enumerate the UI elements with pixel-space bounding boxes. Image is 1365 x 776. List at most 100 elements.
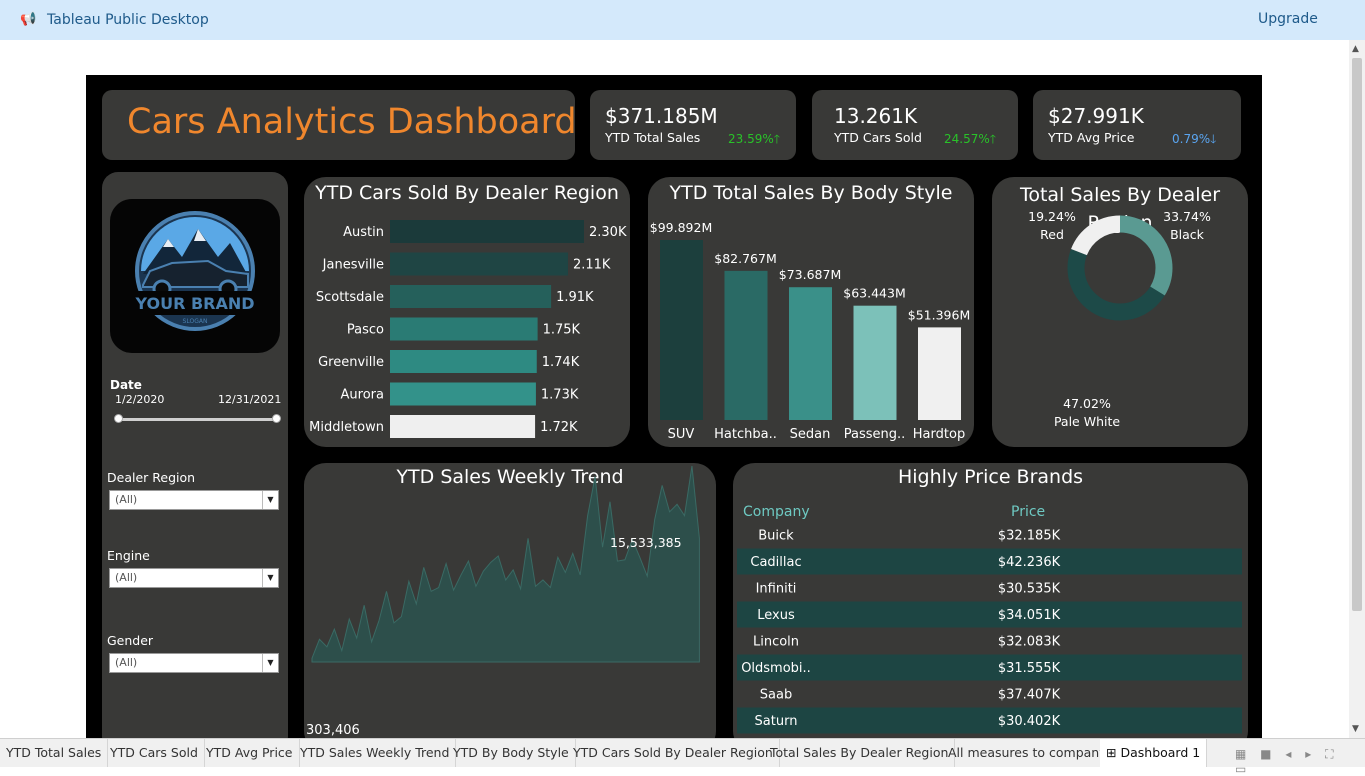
- app-title: Tableau Public Desktop: [47, 12, 209, 28]
- upgrade-link[interactable]: Upgrade: [1258, 11, 1318, 27]
- row-band: [737, 548, 1242, 575]
- tab-ytd-sales-weekly-trend[interactable]: YTD Sales Weekly Trend: [294, 739, 457, 767]
- svg-text:YOUR BRAND: YOUR BRAND: [134, 294, 254, 313]
- show-filmstrip-icon[interactable]: ▦: [1235, 747, 1246, 761]
- title-card: Cars Analytics Dashboard: [102, 90, 577, 160]
- tab-ytd-by-body-style[interactable]: YTD By Body Style: [447, 739, 576, 767]
- category-label: Passeng..: [844, 427, 906, 442]
- max-label: 15,533,385: [610, 535, 682, 550]
- bar: [390, 317, 538, 341]
- dropdown-value: (All): [115, 493, 138, 506]
- tab-ytd-avg-price[interactable]: YTD Avg Price: [200, 739, 300, 767]
- price-cell: $30.535K: [998, 582, 1061, 597]
- sales-by-body-style-chart: $99.892M SUV $82.767M Hatchba.. $73.687M Seda…: [650, 220, 970, 442]
- data-label: 2.11K: [573, 258, 611, 273]
- slice-percent-label: 33.74%: [1163, 209, 1211, 224]
- engine-dropdown[interactable]: (All) ▼: [109, 568, 279, 588]
- megaphone-icon[interactable]: 📢: [20, 12, 36, 27]
- slice-name-label: Black: [1170, 227, 1205, 242]
- present-mode-icon[interactable]: ▭: [1235, 762, 1246, 776]
- weekly-trend-card: YTD Sales Weekly Trend 303,406 15,533,385…: [304, 463, 716, 738]
- data-label: 2.30K: [589, 225, 627, 240]
- trend-area: [311, 465, 700, 663]
- category-label: SUV: [668, 427, 695, 442]
- tab-total-sales-by-dealer-region[interactable]: Total Sales By Dealer Region: [764, 739, 956, 767]
- brand-logo: YOUR BRAND SLOGAN: [110, 199, 280, 353]
- data-label: 1.75K: [543, 323, 581, 338]
- price-cell: $42.236K: [998, 555, 1061, 570]
- chart-title: YTD Cars Sold By Dealer Region: [315, 182, 619, 204]
- chevron-down-icon[interactable]: ▼: [262, 491, 278, 509]
- row-band: [737, 654, 1242, 681]
- bar: [390, 220, 584, 243]
- dashboard-tab-icon: ⊞: [1106, 745, 1117, 760]
- date-range-slider[interactable]: [116, 418, 276, 421]
- date-slider-end-handle[interactable]: [272, 414, 281, 423]
- category-label: Aurora: [341, 388, 384, 403]
- data-label: 1.74K: [542, 355, 580, 370]
- filter-sidebar: YOUR BRAND SLOGAN Date 1/2/2020 12/31/20…: [102, 172, 288, 738]
- category-label: Austin: [343, 225, 384, 240]
- tab-ytd-cars-sold[interactable]: YTD Cars Sold: [104, 739, 205, 767]
- sales-by-dealer-region-card: Total Sales By Dealer Region 33.74% Black…: [992, 177, 1248, 447]
- data-label: 1.72K: [540, 420, 578, 435]
- dashboard-title: Cars Analytics Dashboard: [127, 102, 577, 142]
- chevron-down-icon[interactable]: ▼: [262, 569, 278, 587]
- tab-dashboard-1[interactable]: ⊞ Dashboard 1: [1100, 739, 1208, 767]
- dashboard-canvas: Cars Analytics Dashboard $371.185M YTD T…: [86, 75, 1262, 738]
- tab-ytd-total-sales[interactable]: YTD Total Sales: [0, 739, 109, 767]
- data-label: $99.892M: [650, 220, 712, 235]
- dealer-region-dropdown[interactable]: (All) ▼: [109, 490, 279, 510]
- show-tabs-icon[interactable]: ■: [1260, 747, 1271, 761]
- company-cell: Lincoln: [753, 635, 799, 650]
- gender-dropdown[interactable]: (All) ▼: [109, 653, 279, 673]
- cars-sold-by-region-card: YTD Cars Sold By Dealer Region Austin 2.3…: [304, 177, 630, 447]
- dealer-region-label: Dealer Region: [107, 470, 196, 485]
- bar: [660, 240, 703, 420]
- chevron-down-icon[interactable]: ▼: [262, 654, 278, 672]
- highly-price-brands-card: Highly Price Brands Company Price Buick $32…: [733, 463, 1248, 738]
- slice-name-label: Pale White: [1054, 414, 1120, 429]
- company-cell: Cadillac: [750, 555, 801, 570]
- fit-screen-icon[interactable]: ⛶: [1325, 747, 1333, 761]
- previous-sheet-icon[interactable]: ◂: [1285, 747, 1291, 761]
- category-label: Hardtop: [913, 427, 965, 442]
- scrollbar-thumb[interactable]: [1352, 58, 1362, 611]
- scroll-up-icon[interactable]: ▲: [1352, 44, 1359, 54]
- slice-percent-label: 47.02%: [1063, 396, 1111, 411]
- bar: [390, 350, 537, 373]
- category-label: Janesville: [322, 258, 384, 273]
- date-start: 1/2/2020: [115, 393, 165, 406]
- scroll-down-icon[interactable]: ▼: [1352, 724, 1359, 734]
- min-label: 303,406: [306, 723, 360, 738]
- column-header: Company: [743, 504, 810, 520]
- company-cell: Buick: [758, 529, 794, 544]
- sheet-navigation-tools: ▦ ■ ◂ ▸ ⛶ ▭: [1235, 747, 1365, 776]
- chart-title: Highly Price Brands: [897, 466, 1084, 488]
- company-cell: Lexus: [757, 608, 795, 623]
- engine-label: Engine: [107, 548, 150, 563]
- column-header: Price: [1011, 504, 1045, 520]
- category-label: Scottsdale: [316, 290, 384, 305]
- bar: [390, 382, 536, 406]
- category-label: Hatchba..: [714, 427, 777, 442]
- next-sheet-icon[interactable]: ▸: [1305, 747, 1311, 761]
- date-filter-label: Date: [110, 378, 142, 392]
- data-label: $51.396M: [908, 307, 970, 322]
- price-cell: $32.185K: [998, 529, 1061, 544]
- slice-name-label: Red: [1040, 227, 1064, 242]
- bar: [390, 285, 552, 308]
- tab-all-measures-to-company[interactable]: All measures to company: [942, 739, 1114, 767]
- app-header: 📢 Tableau Public Desktop Upgrade: [0, 0, 1365, 40]
- vertical-scrollbar[interactable]: ▲ ▼: [1349, 40, 1365, 738]
- row-band: [737, 601, 1242, 628]
- data-label: $73.687M: [779, 267, 841, 282]
- tab-label: Dashboard 1: [1120, 745, 1201, 760]
- tab-ytd-cars-sold-by-dealer-region[interactable]: YTD Cars Sold By Dealer Region: [567, 739, 780, 767]
- highly-price-brands-table: Company Price Buick $32.185K Cadillac $42.236…: [737, 504, 1242, 734]
- bar: [390, 415, 536, 438]
- dropdown-value: (All): [115, 656, 138, 669]
- date-slider-start-handle[interactable]: [114, 414, 123, 423]
- bar: [724, 270, 768, 420]
- data-label: $82.767M: [714, 251, 776, 266]
